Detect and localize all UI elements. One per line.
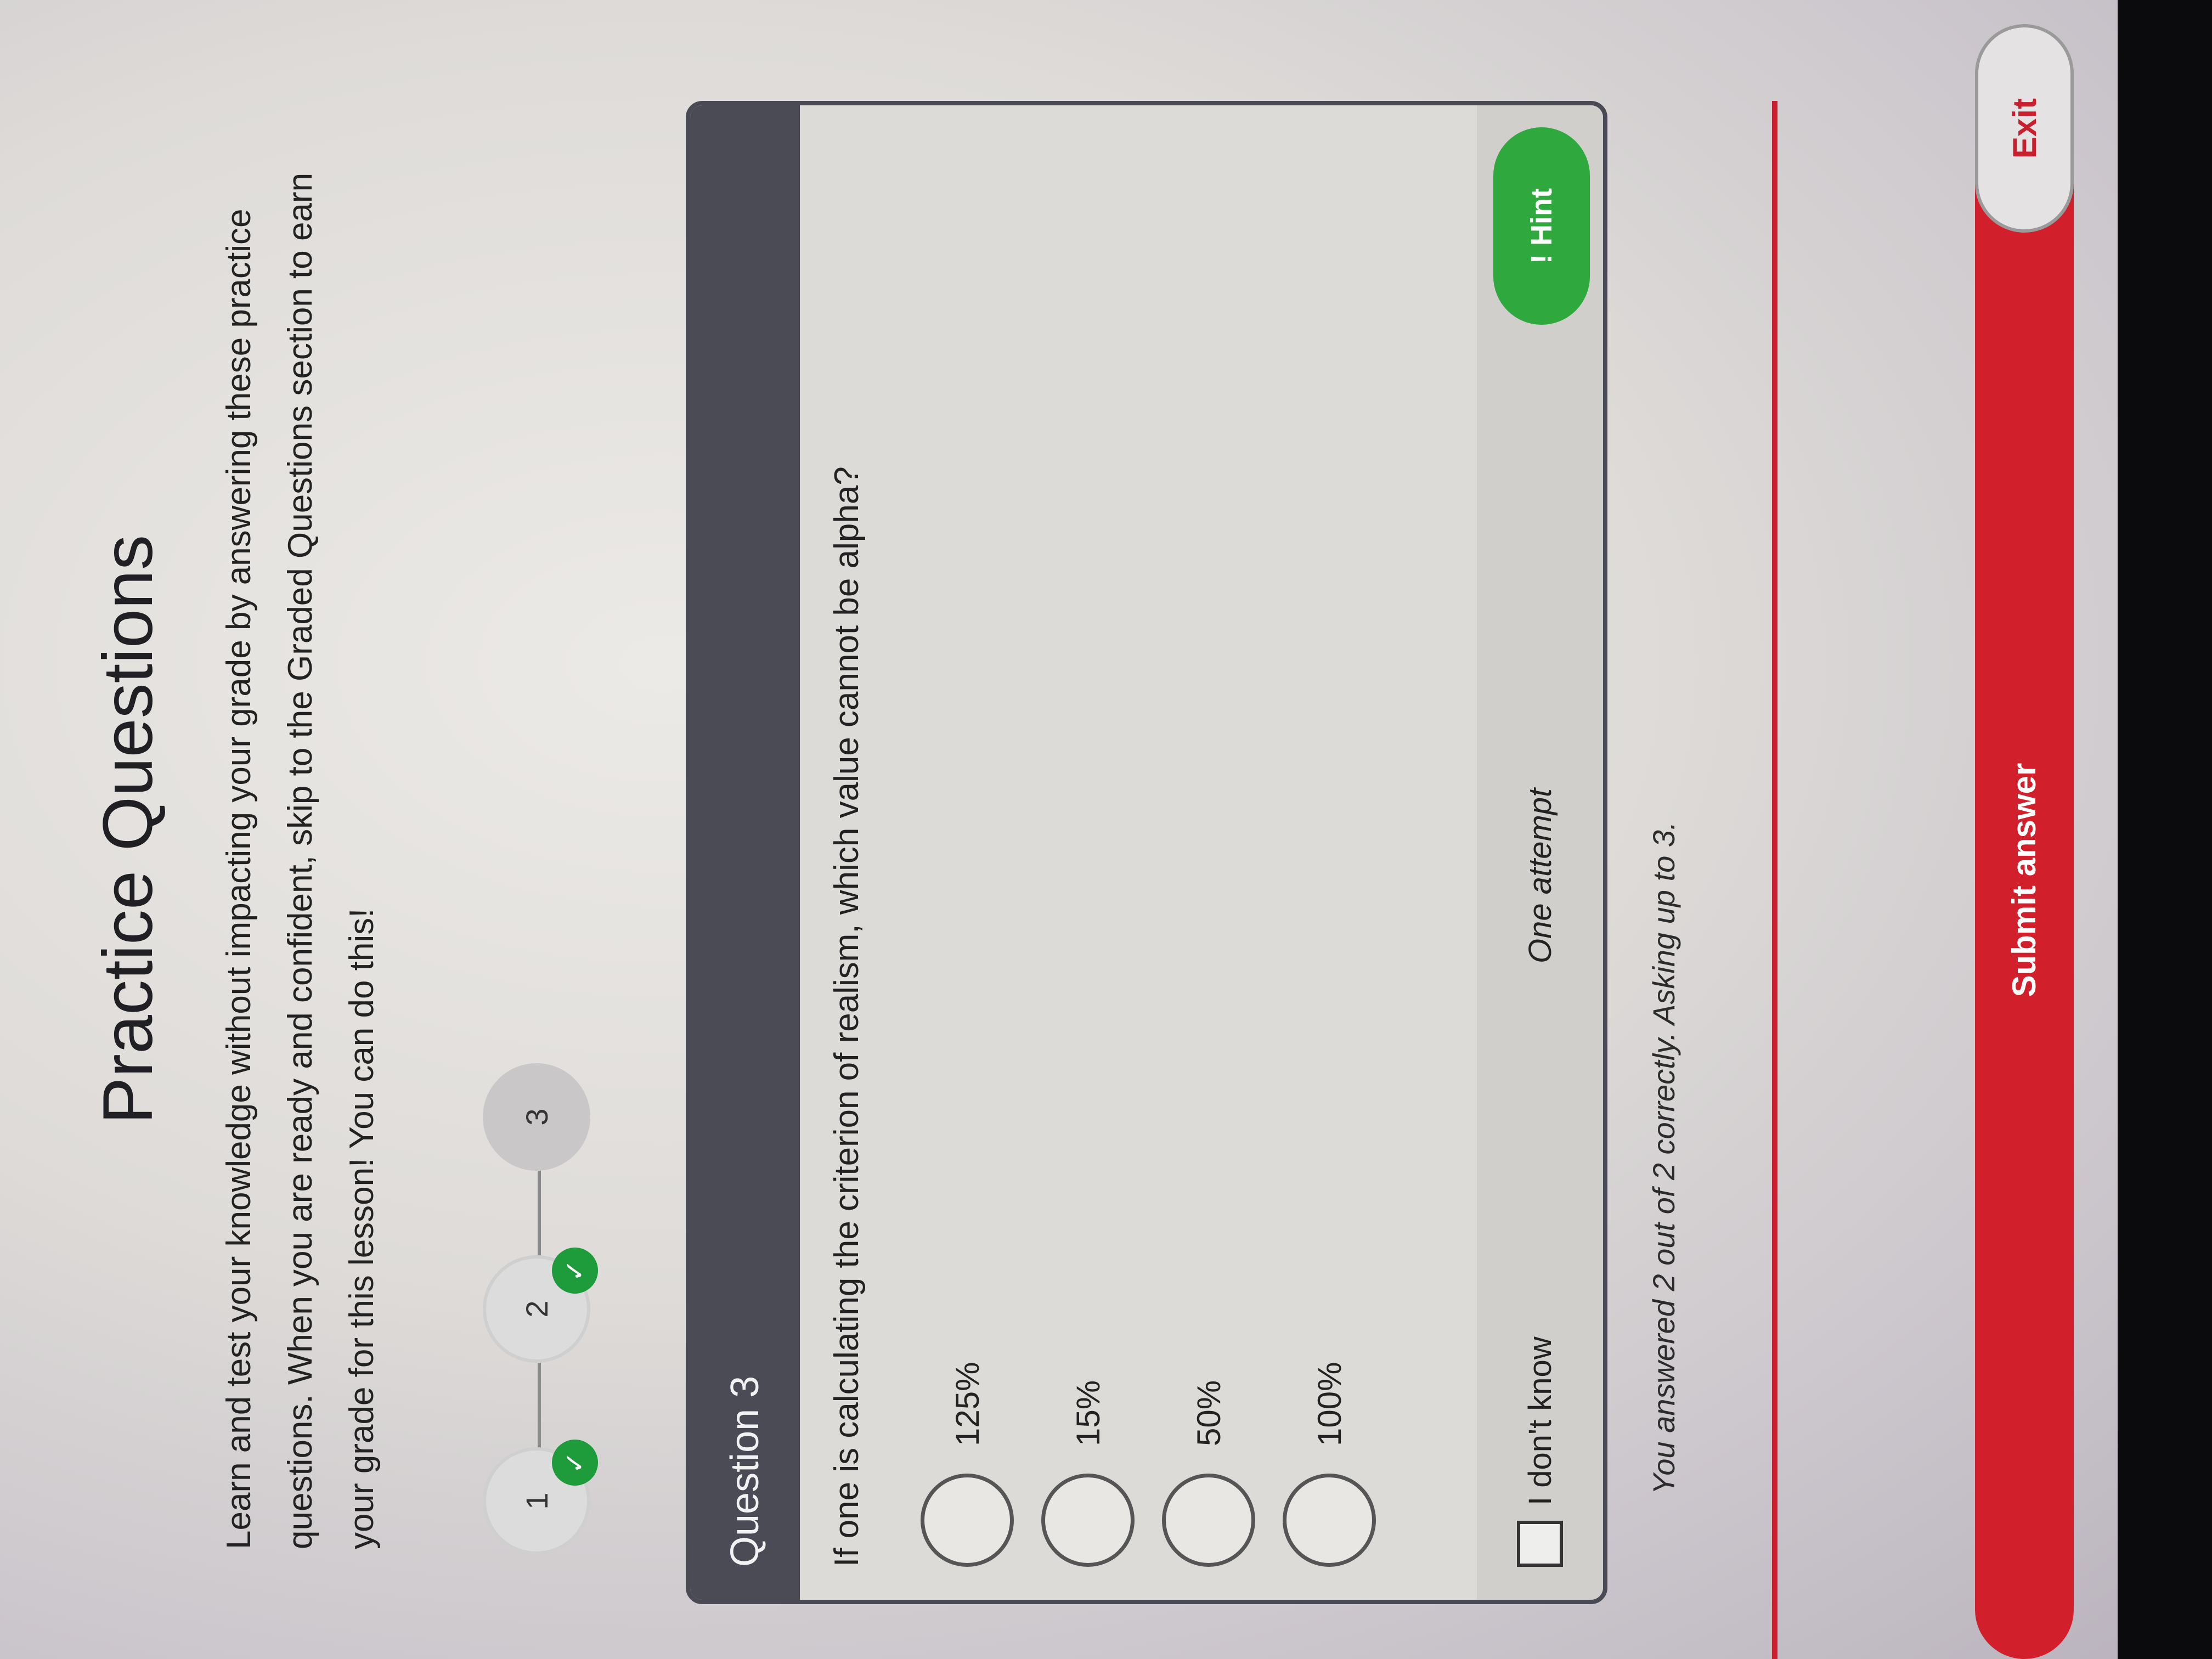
question-card: Question 3 If one is calculating the cri… <box>686 101 1607 1604</box>
submit-answer-button[interactable]: Submit answer <box>1975 101 2074 1659</box>
check-icon: ✓ <box>552 1440 598 1486</box>
step-3[interactable]: 3 <box>483 1063 590 1171</box>
answer-option[interactable]: 15% <box>1041 1380 1135 1567</box>
step-number: 2 <box>519 1300 554 1318</box>
step-number: 3 <box>519 1108 554 1126</box>
page-content: Practice Questions Learn and test your k… <box>0 0 2118 1659</box>
dont-know-checkbox[interactable] <box>1517 1521 1563 1567</box>
stepper-connector <box>538 1171 541 1259</box>
stepper-connector <box>538 1363 541 1451</box>
divider <box>1772 101 1778 1659</box>
option-label: 50% <box>1190 1380 1227 1446</box>
question-stepper: 1 ✓ 2 ✓ 3 <box>483 1061 625 1555</box>
hint-button[interactable]: ! Hint <box>1493 127 1590 325</box>
radio-button[interactable] <box>1162 1474 1255 1567</box>
radio-button[interactable] <box>1041 1474 1135 1567</box>
page-title: Practice Questions <box>89 534 167 1125</box>
radio-button[interactable] <box>921 1474 1014 1567</box>
radio-button[interactable] <box>1283 1474 1376 1567</box>
question-header: Question 3 <box>690 105 800 1600</box>
screen-bezel <box>2118 0 2212 1659</box>
option-label: 15% <box>1069 1380 1107 1446</box>
option-label: 100% <box>1311 1362 1348 1446</box>
answer-option[interactable]: 50% <box>1162 1380 1255 1567</box>
question-text: If one is calculating the criterion of r… <box>828 466 866 1567</box>
step-2[interactable]: 2 ✓ <box>483 1248 598 1363</box>
dont-know-label[interactable]: I don't know <box>1522 1336 1559 1505</box>
check-icon: ✓ <box>552 1248 598 1294</box>
action-bar: Submit answer Exit <box>1975 0 2074 1659</box>
intro-text: Learn and test your knowledge without im… <box>220 172 381 1549</box>
answer-option[interactable]: 100% <box>1283 1362 1376 1567</box>
question-footer: I don't know One attempt ! Hint <box>1477 105 1603 1600</box>
step-number: 1 <box>519 1492 554 1510</box>
option-label: 125% <box>949 1362 986 1446</box>
step-1[interactable]: 1 ✓ <box>483 1440 598 1555</box>
exit-button[interactable]: Exit <box>1975 24 2074 233</box>
answer-option[interactable]: 125% <box>921 1362 1014 1567</box>
attempt-note: One attempt <box>1522 788 1558 963</box>
progress-status: You answered 2 out of 2 correctly. Askin… <box>1646 821 1681 1494</box>
